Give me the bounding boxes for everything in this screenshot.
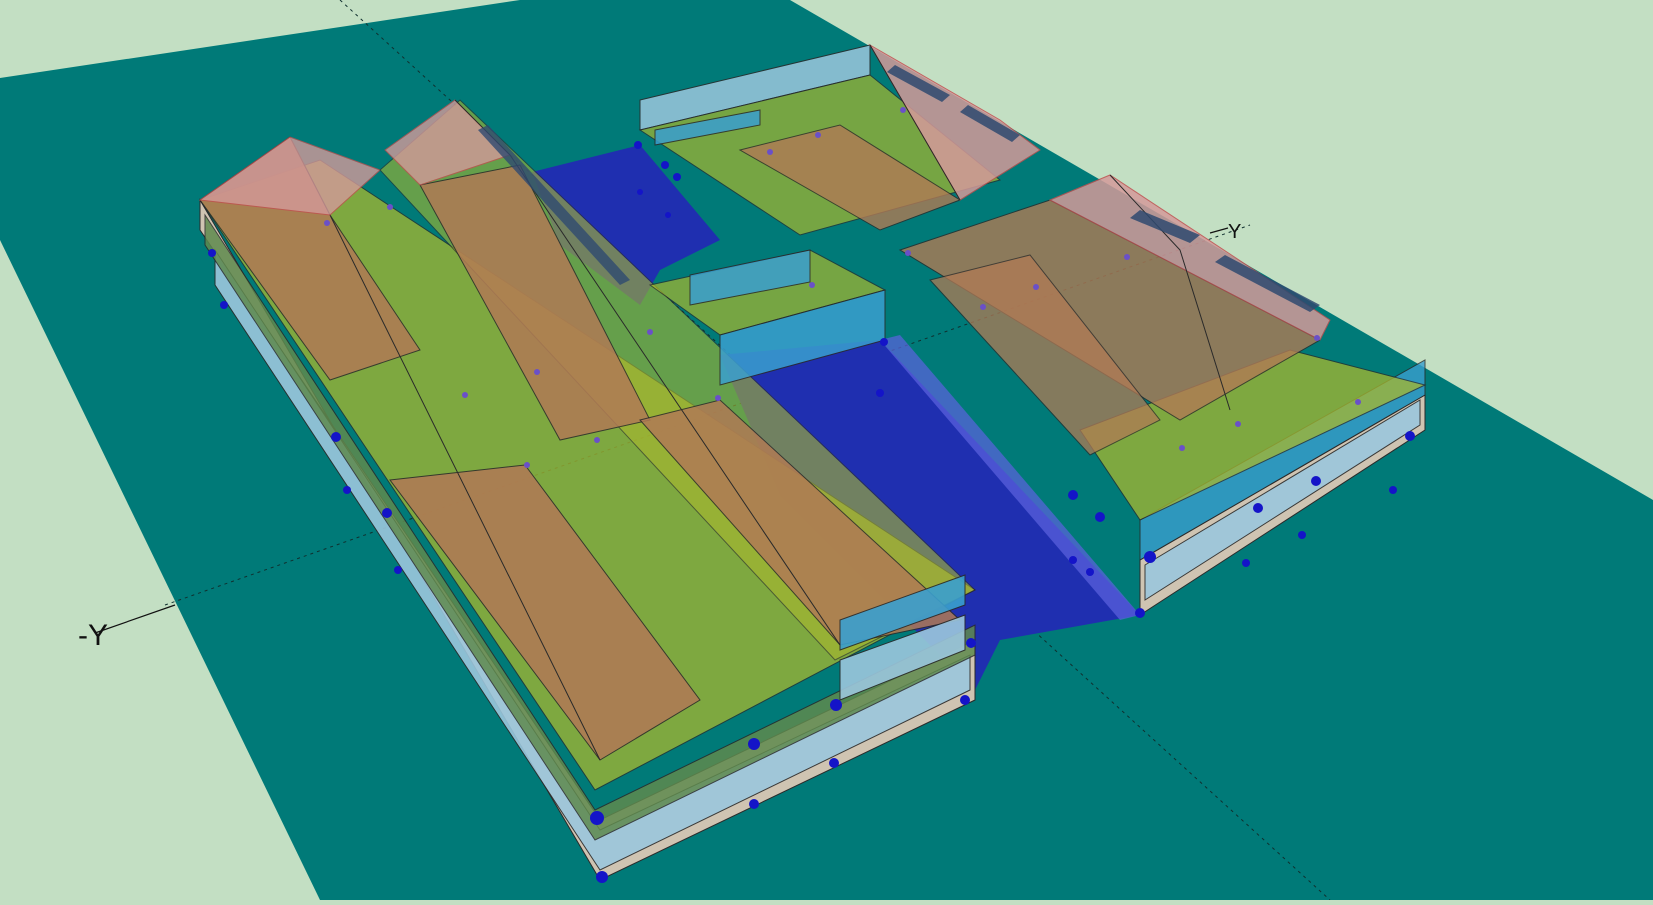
vertex-marker[interactable] <box>715 395 721 401</box>
vertex-marker[interactable] <box>1242 559 1250 567</box>
vertex-marker[interactable] <box>1235 421 1241 427</box>
vertex-marker[interactable] <box>1179 445 1185 451</box>
vertex-marker[interactable] <box>647 329 653 335</box>
vertex-marker[interactable] <box>1033 284 1039 290</box>
vertex-marker[interactable] <box>980 304 986 310</box>
vertex-marker[interactable] <box>815 132 821 138</box>
vertex-marker[interactable] <box>634 141 642 149</box>
vertex-marker[interactable] <box>590 811 604 825</box>
vertex-marker[interactable] <box>208 249 216 257</box>
vertex-marker[interactable] <box>1086 568 1094 576</box>
3d-viewport[interactable]: -Y Y <box>0 0 1653 901</box>
vertex-marker[interactable] <box>324 220 330 226</box>
vertex-marker[interactable] <box>900 107 906 113</box>
axis-label-positive-y: Y <box>1228 221 1241 243</box>
vertex-marker[interactable] <box>382 508 392 518</box>
vertex-marker[interactable] <box>905 250 911 256</box>
vertex-marker[interactable] <box>809 282 815 288</box>
vertex-marker[interactable] <box>594 437 600 443</box>
vertex-marker[interactable] <box>1135 608 1145 618</box>
vertex-marker[interactable] <box>1298 531 1306 539</box>
vertex-marker[interactable] <box>1069 556 1077 564</box>
vertex-marker[interactable] <box>1355 399 1361 405</box>
vertex-marker[interactable] <box>220 301 228 309</box>
vertex-marker[interactable] <box>767 149 773 155</box>
vertex-marker[interactable] <box>637 189 643 195</box>
vertex-marker[interactable] <box>462 392 468 398</box>
vertex-marker[interactable] <box>1144 551 1156 563</box>
vertex-marker[interactable] <box>665 212 671 218</box>
vertex-marker[interactable] <box>1124 254 1130 260</box>
vertex-marker[interactable] <box>1253 503 1263 513</box>
vertex-marker[interactable] <box>830 699 842 711</box>
vertex-marker[interactable] <box>749 799 759 809</box>
vertex-marker[interactable] <box>829 758 839 768</box>
vertex-marker[interactable] <box>673 173 681 181</box>
vertex-marker[interactable] <box>343 486 351 494</box>
vertex-marker[interactable] <box>880 338 888 346</box>
axis-label-negative-y: -Y <box>78 619 108 652</box>
vertex-marker[interactable] <box>1095 512 1105 522</box>
vertex-marker[interactable] <box>596 871 608 883</box>
vertex-marker[interactable] <box>1068 490 1078 500</box>
vertex-marker[interactable] <box>1389 486 1397 494</box>
vertex-marker[interactable] <box>661 161 669 169</box>
vertex-marker[interactable] <box>876 389 884 397</box>
vertex-marker[interactable] <box>1405 431 1415 441</box>
vertex-marker[interactable] <box>524 462 530 468</box>
vertex-marker[interactable] <box>966 638 976 648</box>
vertex-marker[interactable] <box>387 204 393 210</box>
vertex-marker[interactable] <box>960 695 970 705</box>
vertex-marker[interactable] <box>534 369 540 375</box>
vertex-marker[interactable] <box>748 738 760 750</box>
vertex-marker[interactable] <box>1314 335 1320 341</box>
vertex-marker[interactable] <box>331 432 341 442</box>
vertex-marker[interactable] <box>394 566 402 574</box>
vertex-marker[interactable] <box>1311 476 1321 486</box>
